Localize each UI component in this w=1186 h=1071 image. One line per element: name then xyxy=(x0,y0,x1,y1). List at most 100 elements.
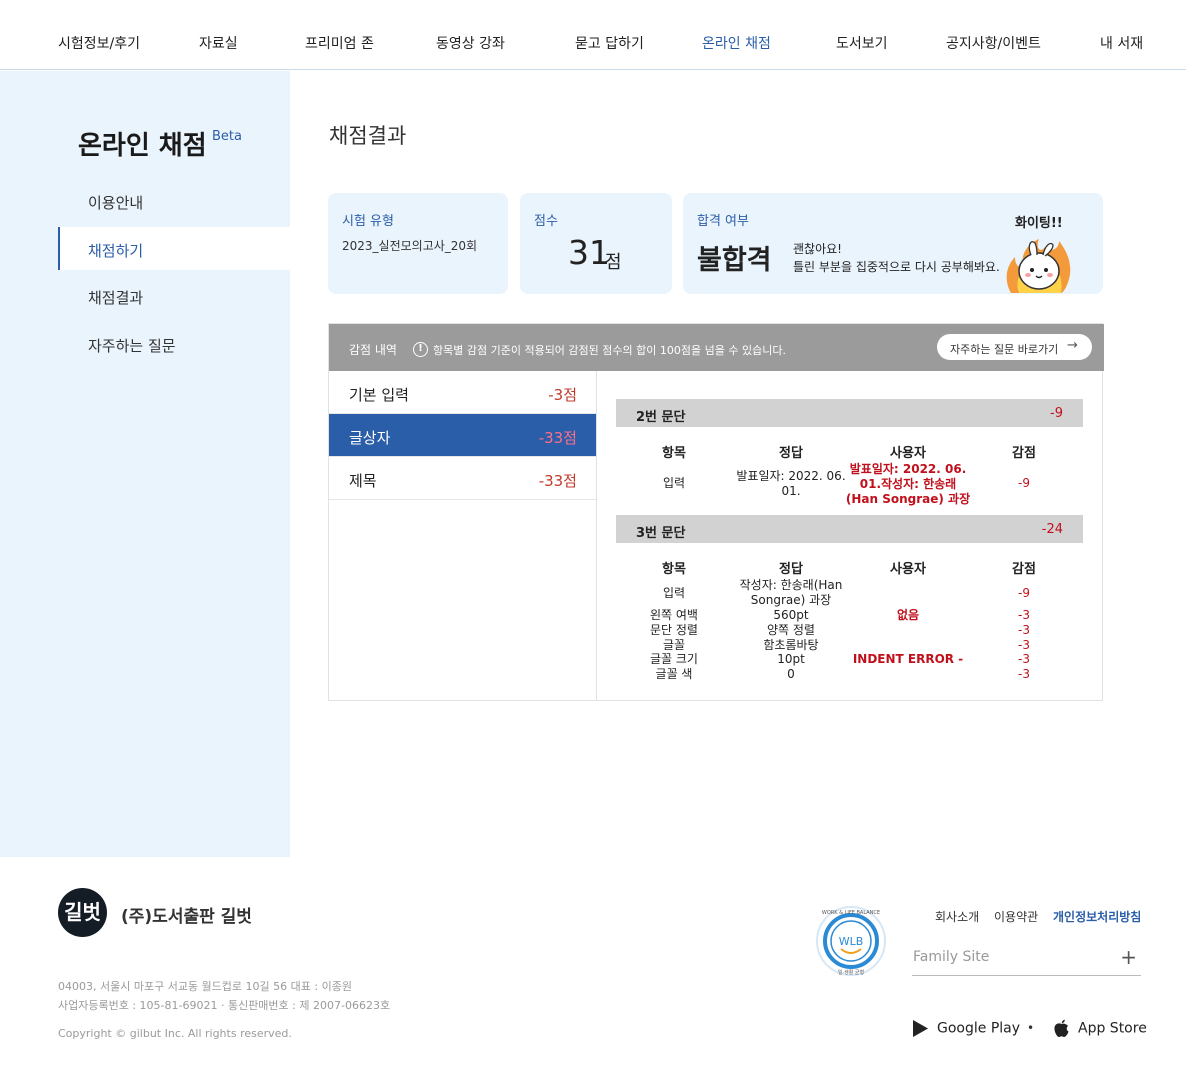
paragraph-bar: 2번 문단 -9 xyxy=(616,399,1083,427)
family-site-label: Family Site xyxy=(913,949,990,965)
deduction-header-label: 감점 내역 xyxy=(349,343,397,357)
category-score: -3점 xyxy=(548,386,577,404)
svg-text:일·생활 균형: 일·생활 균형 xyxy=(838,969,864,976)
score-label: 점수 xyxy=(534,214,558,229)
row-item: 문단 정렬 xyxy=(650,623,698,637)
row-item: 입력 xyxy=(662,586,686,600)
category-item-basic-input[interactable]: 기본 입력 -3점 xyxy=(329,371,596,414)
category-score: -33점 xyxy=(538,472,577,490)
encourage-message-2: 틀린 부분을 집중적으로 다시 공부해봐요. xyxy=(793,260,1000,274)
footer-registration: 사업자등록번호 : 105-81-69021 · 통신판매번호 : 제 2007… xyxy=(58,999,391,1012)
row-answer: 양쪽 정렬 xyxy=(767,623,815,637)
paragraph-total: -9 xyxy=(1050,406,1063,421)
pass-result-card: 합격 여부 불합격 괜찮아요! 틀린 부분을 집중적으로 다시 공부해봐요. 화… xyxy=(683,193,1103,294)
svg-text:화이팅!!: 화이팅!! xyxy=(1015,215,1063,231)
pass-result-value: 불합격 xyxy=(697,245,772,276)
paragraph-bar: 3번 문단 -24 xyxy=(616,515,1083,543)
nav-item-exam-info[interactable]: 시험정보/후기 xyxy=(58,33,140,53)
family-site-select[interactable]: Family Site + xyxy=(912,942,1141,976)
column-header-user: 사용자 xyxy=(890,562,926,577)
footer-link-terms[interactable]: 이용약관 xyxy=(994,908,1038,925)
nav-item-notices-events[interactable]: 공지사항/이벤트 xyxy=(946,33,1041,53)
row-user: 없음 xyxy=(896,608,920,622)
google-play-icon xyxy=(913,1020,928,1037)
exam-type-value: 2023_실전모의고사_20회 xyxy=(342,239,478,253)
category-score: -33점 xyxy=(538,429,577,447)
svg-text:WORK & LIFE BALANCE: WORK & LIFE BALANCE xyxy=(822,910,880,916)
nav-item-premium-zone[interactable]: 프리미엄 존 xyxy=(305,33,374,53)
category-name: 제목 xyxy=(349,472,377,490)
row-item: 입력 xyxy=(662,476,686,490)
footer-link-about[interactable]: 회사소개 xyxy=(935,908,979,925)
encourage-message-1: 괜찮아요! xyxy=(793,242,842,256)
row-item: 왼쪽 여백 xyxy=(650,608,698,622)
row-item: 글꼴 크기 xyxy=(650,652,698,666)
row-answer: 작성자: 한송래(Han Songrae) 과장 xyxy=(739,578,843,607)
footer-company-name: (주)도서출판 길벗 xyxy=(121,907,252,927)
paragraph-total: -24 xyxy=(1041,522,1063,537)
category-item-title[interactable]: 제목 -33점 xyxy=(329,457,596,500)
row-deduction: -3 xyxy=(1018,623,1030,637)
row-user: INDENT ERROR - xyxy=(852,652,964,666)
row-deduction: -9 xyxy=(1018,586,1030,600)
sidebar-item-faq[interactable]: 자주하는 질문 xyxy=(88,335,176,356)
nav-item-online-grading[interactable]: 온라인 채점 xyxy=(702,33,771,53)
row-deduction: -3 xyxy=(1018,652,1030,666)
row-answer: 발표일자: 2022. 06. 01. xyxy=(736,469,846,498)
footer-address: 04003, 서울시 마포구 서교동 월드컵로 10길 56 대표 : 이종원 xyxy=(58,980,352,993)
faq-shortcut-button[interactable]: 자주하는 질문 바로가기 → xyxy=(937,334,1092,360)
mascot-fighting-icon: 화이팅!! xyxy=(1006,215,1071,293)
deduction-panel: 감점 내역 ! 항목별 감점 기준이 적용되어 감점된 점수의 합이 100점을… xyxy=(328,323,1104,701)
apple-icon xyxy=(1054,1019,1069,1037)
row-answer: 560pt xyxy=(773,608,809,622)
footer-link-privacy[interactable]: 개인정보처리방침 xyxy=(1053,908,1141,925)
column-header-deduction: 감점 xyxy=(1012,446,1036,461)
svg-text:WLB: WLB xyxy=(839,935,864,948)
row-answer: 함초롬바탕 xyxy=(763,638,819,652)
row-deduction: -3 xyxy=(1018,667,1030,681)
sidebar-item-label: 채점하기 xyxy=(88,242,144,260)
score-unit: 점 xyxy=(605,252,622,273)
arrow-right-icon: → xyxy=(1067,338,1078,353)
category-item-textbox[interactable]: 글상자 -33점 xyxy=(329,414,596,457)
category-name: 기본 입력 xyxy=(349,386,409,404)
column-header-user: 사용자 xyxy=(890,446,926,461)
deduction-notice: 항목별 감점 기준이 적용되어 감점된 점수의 합이 100점을 넘을 수 있습… xyxy=(433,344,786,357)
category-name: 글상자 xyxy=(349,429,391,447)
google-play-link[interactable]: Google Play xyxy=(912,1019,1020,1038)
column-header-item: 항목 xyxy=(662,562,686,577)
sidebar-item-guide[interactable]: 이용안내 xyxy=(88,192,143,213)
wlb-certification-badge: WLB WORK & LIFE BALANCE 일·생활 균형 xyxy=(816,906,886,976)
google-play-label: Google Play xyxy=(937,1020,1021,1037)
sidebar: 온라인 채점 Beta 이용안내 채점하기 채점결과 자주하는 질문 xyxy=(0,71,290,857)
sidebar-item-results[interactable]: 채점결과 xyxy=(88,287,143,308)
nav-item-books[interactable]: 도서보기 xyxy=(836,33,888,53)
deduction-header: 감점 내역 ! 항목별 감점 기준이 적용되어 감점된 점수의 합이 100점을… xyxy=(329,324,1104,371)
sidebar-item-grade[interactable]: 채점하기 xyxy=(58,227,290,270)
row-deduction: -9 xyxy=(1018,476,1030,490)
row-answer: 0 xyxy=(787,667,795,681)
page-title: 채점결과 xyxy=(329,124,407,148)
deduction-category-list: 기본 입력 -3점 글상자 -33점 제목 -33점 xyxy=(329,371,597,701)
column-header-item: 항목 xyxy=(662,446,686,461)
faq-shortcut-label: 자주하는 질문 바로가기 xyxy=(950,343,1059,356)
nav-item-qna[interactable]: 묻고 답하기 xyxy=(575,33,644,53)
sidebar-title: 온라인 채점 xyxy=(78,131,207,161)
paragraph-title: 2번 문단 xyxy=(636,410,686,425)
paragraph-title: 3번 문단 xyxy=(636,526,686,541)
column-header-deduction: 감점 xyxy=(1012,562,1036,577)
exam-type-card: 시험 유형 2023_실전모의고사_20회 xyxy=(328,193,508,294)
column-header-answer: 정답 xyxy=(779,562,803,577)
top-navigation: 시험정보/후기 자료실 프리미엄 존 동영상 강좌 묻고 답하기 온라인 채점 … xyxy=(0,0,1186,70)
row-answer: 10pt xyxy=(777,652,805,666)
beta-badge: Beta xyxy=(212,129,242,144)
nav-item-my-library[interactable]: 내 서재 xyxy=(1100,33,1143,53)
app-store-link[interactable]: App Store xyxy=(1053,1019,1147,1038)
row-deduction: -3 xyxy=(1018,608,1030,622)
nav-item-resources[interactable]: 자료실 xyxy=(199,33,238,53)
app-store-label: App Store xyxy=(1078,1020,1147,1037)
nav-item-video-lectures[interactable]: 동영상 강좌 xyxy=(436,33,505,53)
pass-result-label: 합격 여부 xyxy=(697,214,749,229)
row-user: 발표일자: 2022. 06. 01.작성자: 한송래 (Han Songrae… xyxy=(845,462,971,506)
exam-type-label: 시험 유형 xyxy=(342,214,394,229)
